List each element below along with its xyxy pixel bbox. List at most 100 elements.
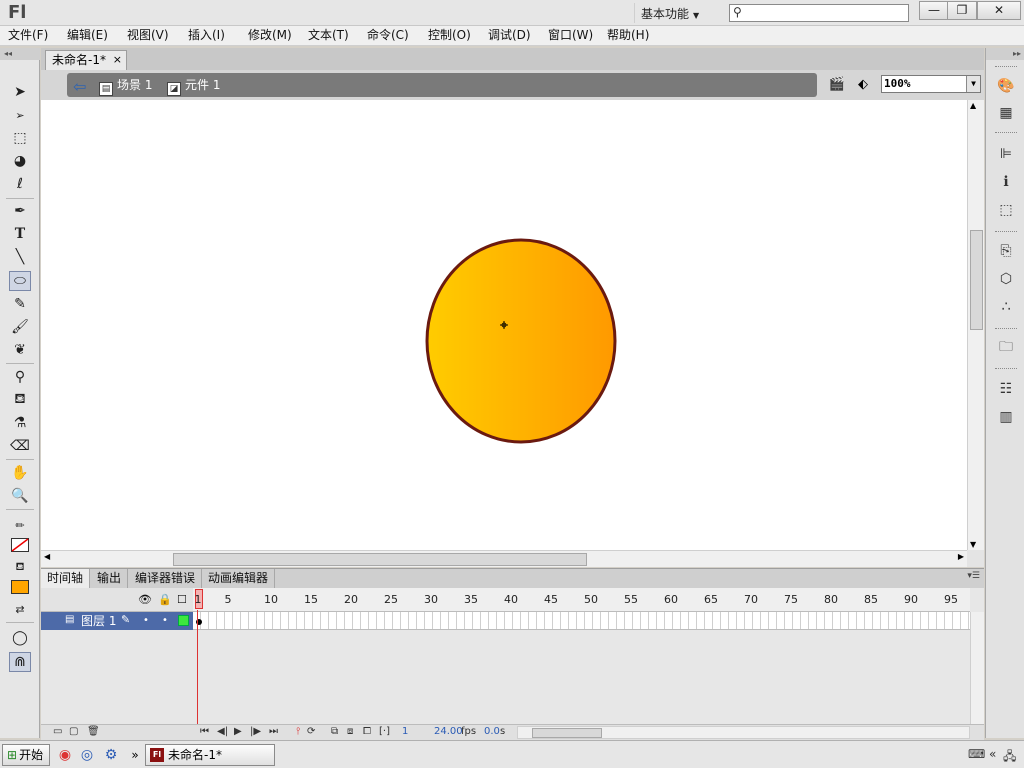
menu-text[interactable]: 文本(T): [308, 27, 349, 45]
timeline-horizontal-scrollbar[interactable]: [517, 726, 970, 739]
breadcrumb-symbol[interactable]: ◪ 元件 1: [167, 77, 220, 96]
panel-menu-icon[interactable]: ▾☰: [967, 571, 980, 581]
edit-scene-icon[interactable]: 🎬: [827, 75, 847, 95]
workspace-switcher[interactable]: 基本功能 ▼: [634, 3, 714, 23]
tab-compiler-errors[interactable]: 编译器错误: [129, 569, 203, 589]
fill-color-icon[interactable]: ⛾: [9, 557, 31, 577]
onion-markers-icon[interactable]: [·]: [379, 726, 390, 737]
eye-icon[interactable]: 👁: [138, 593, 152, 606]
scroll-thumb[interactable]: [970, 230, 983, 330]
panel-collapse-icon[interactable]: ◂◂: [0, 48, 40, 60]
stroke-color-swatch[interactable]: [9, 535, 31, 555]
lasso-icon[interactable]: ℓ: [9, 174, 31, 194]
close-button[interactable]: ✕: [977, 1, 1021, 20]
layer-outline-color[interactable]: [178, 615, 189, 626]
step-back-icon[interactable]: ◀|: [217, 726, 228, 737]
bone-icon[interactable]: ⚲: [9, 367, 31, 387]
pencil-icon[interactable]: ✎: [9, 294, 31, 314]
object-drawing-icon[interactable]: ◯: [9, 628, 31, 648]
stage-horizontal-scrollbar[interactable]: ◀ ▶: [41, 550, 967, 567]
swap-colors-icon[interactable]: ⇄: [9, 599, 31, 619]
project-icon[interactable]: ▥: [995, 407, 1017, 427]
start-button[interactable]: ⊞ 开始: [2, 744, 50, 766]
tab-output[interactable]: 输出: [91, 569, 129, 589]
edit-symbols-icon[interactable]: ⬖: [853, 75, 873, 95]
step-forward-icon[interactable]: |▶: [250, 726, 261, 737]
menu-commands[interactable]: 命令(C): [367, 27, 409, 45]
new-layer-icon[interactable]: ▭: [53, 726, 62, 737]
browser-icon[interactable]: ◉: [56, 746, 74, 764]
scroll-thumb[interactable]: [173, 553, 587, 566]
3d-rotation-icon[interactable]: ◕: [9, 151, 31, 171]
menu-file[interactable]: 文件(F): [8, 27, 48, 45]
breadcrumb-scene[interactable]: ▤ 场景 1: [99, 77, 152, 96]
play-icon[interactable]: ▶: [234, 726, 242, 737]
color-icon[interactable]: 🎨: [995, 76, 1017, 96]
onion-skin-icon[interactable]: ⧉: [331, 726, 338, 737]
network-icon[interactable]: 🖧: [1003, 747, 1016, 768]
last-frame-icon[interactable]: ⏭: [269, 726, 278, 737]
chevron-down-icon[interactable]: ▼: [966, 76, 980, 92]
subselection-icon[interactable]: ➢: [9, 105, 31, 125]
edit-multiple-icon[interactable]: ⧠: [363, 726, 371, 737]
zoom-select[interactable]: 100% ▼: [881, 75, 981, 93]
keyboard-icon[interactable]: ⌨: [968, 747, 985, 761]
stage-canvas[interactable]: [41, 100, 967, 550]
panel-expand-icon[interactable]: ▸▸: [986, 48, 1024, 60]
components-icon[interactable]: ⬡: [995, 269, 1017, 289]
scroll-right-icon[interactable]: ▶: [958, 552, 964, 561]
info-icon[interactable]: ℹ: [995, 172, 1017, 192]
back-arrow-icon[interactable]: ⇦: [73, 79, 91, 97]
menu-modify[interactable]: 修改(M): [248, 27, 292, 45]
stage-vertical-scrollbar[interactable]: ▲ ▼: [967, 100, 984, 550]
actions-icon[interactable]: ⎘: [995, 241, 1017, 261]
settings-icon[interactable]: ⚙: [102, 746, 120, 764]
onion-outline-icon[interactable]: ⧈: [347, 726, 353, 737]
frame-rate[interactable]: 24.00: [434, 726, 463, 737]
lock-toggle-icon[interactable]: •: [162, 615, 168, 626]
scroll-up-icon[interactable]: ▲: [970, 101, 976, 110]
outline-icon[interactable]: ☐: [177, 593, 187, 606]
tray-chevron-icon[interactable]: «: [989, 747, 996, 761]
explorer-icon[interactable]: ◎: [78, 746, 96, 764]
restore-button[interactable]: ❐: [947, 1, 977, 20]
selection-arrow-icon[interactable]: ➤: [9, 82, 31, 102]
scroll-thumb[interactable]: [532, 728, 602, 738]
first-frame-icon[interactable]: ⏮: [200, 726, 209, 737]
close-icon[interactable]: ×: [113, 51, 122, 69]
menu-control[interactable]: 控制(O): [428, 27, 471, 45]
deco-icon[interactable]: ❦: [9, 340, 31, 360]
menu-view[interactable]: 视图(V): [127, 27, 169, 45]
properties-icon[interactable]: ☷: [995, 379, 1017, 399]
document-tab[interactable]: 未命名-1* ×: [45, 50, 127, 70]
brush-icon[interactable]: 🖌: [9, 317, 31, 337]
line-icon[interactable]: ╲: [9, 247, 31, 267]
taskbar-app-item[interactable]: Fl 未命名-1*: [145, 744, 275, 766]
menu-edit[interactable]: 编辑(E): [67, 27, 108, 45]
menu-insert[interactable]: 插入(I): [188, 27, 225, 45]
center-frame-icon[interactable]: ⫯: [296, 726, 300, 737]
stroke-color-icon[interactable]: ✏: [9, 515, 31, 535]
pen-icon[interactable]: ✒: [9, 201, 31, 221]
eyedropper-icon[interactable]: ⚗: [9, 413, 31, 433]
hand-icon[interactable]: ✋: [9, 463, 31, 483]
help-search-input[interactable]: ⚲: [729, 4, 909, 22]
transform-icon[interactable]: ⬚: [995, 200, 1017, 220]
current-frame[interactable]: 1: [402, 726, 408, 737]
paint-bucket-icon[interactable]: ⛾: [9, 390, 31, 410]
fill-color-swatch[interactable]: [9, 577, 31, 597]
text-icon[interactable]: T: [9, 224, 31, 244]
frame-cells[interactable]: [193, 612, 970, 630]
menu-help[interactable]: 帮助(H): [607, 27, 649, 45]
delete-layer-icon[interactable]: 🗑: [87, 726, 100, 737]
scroll-down-icon[interactable]: ▼: [970, 540, 976, 549]
zoom-icon[interactable]: 🔍: [9, 486, 31, 506]
loop-icon[interactable]: ⟳: [307, 726, 315, 737]
snap-magnet-icon[interactable]: ⋒: [9, 652, 31, 672]
lock-icon[interactable]: 🔒: [158, 593, 172, 606]
new-folder-icon[interactable]: ▢: [69, 726, 78, 737]
taskbar-chevron[interactable]: »: [126, 746, 144, 764]
minimize-button[interactable]: —: [919, 1, 949, 20]
scroll-left-icon[interactable]: ◀: [44, 552, 50, 561]
eraser-icon[interactable]: ⌫: [9, 436, 31, 456]
